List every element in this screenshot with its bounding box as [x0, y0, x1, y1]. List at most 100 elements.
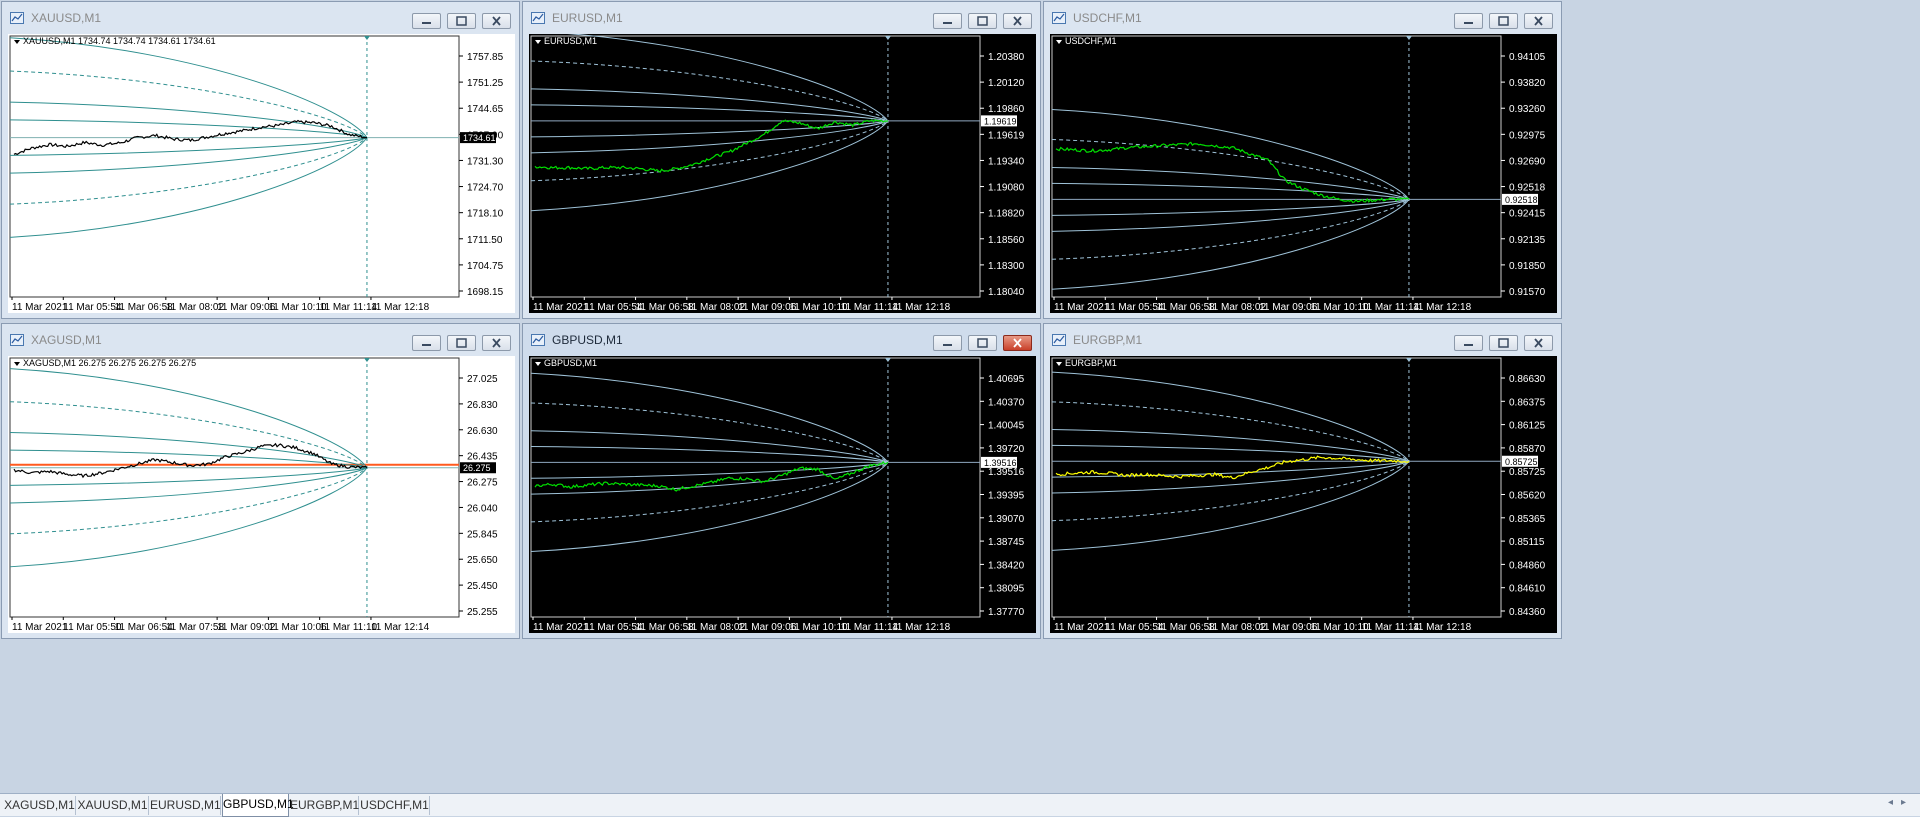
maximize-button[interactable]: [447, 13, 476, 29]
window-controls: [933, 335, 1032, 353]
price-chart[interactable]: 0.86630 0.86375 0.86125 0.85870 0.85725 0.856…: [1050, 356, 1557, 633]
maximize-button[interactable]: [968, 13, 997, 29]
price-chart[interactable]: 1.203801.201201.198601.196191.193401.190…: [529, 34, 1036, 313]
price-tick-label: 1.19340: [988, 156, 1025, 167]
price-tick-label: 0.85725: [1509, 467, 1546, 478]
symbol-info-label: EURGBP,M1: [1065, 358, 1117, 368]
time-tick-label: 11 Mar 2021: [12, 622, 68, 633]
price-tick-label: 0.91850: [1509, 261, 1546, 272]
chart-window-eurusd[interactable]: EURUSD,M1 1.20380 1.20120 1.19860 1.19619 1.1…: [522, 1, 1041, 319]
symbol-dropdown-icon[interactable]: [14, 40, 20, 44]
tab-scroll-arrows-icon[interactable]: ◂▸: [1888, 797, 1914, 808]
symbol-info-label: EURUSD,M1: [544, 36, 597, 46]
current-price-label: 1734.61: [463, 133, 496, 143]
price-tick-label: 0.85870: [1509, 444, 1546, 455]
forecast-band-curve: [9, 137, 368, 238]
chart-tab-gbpusd-m1[interactable]: GBPUSD,M1: [222, 794, 294, 817]
time-tick-label: 11 Mar 11:14: [841, 302, 899, 313]
price-tick-label: 27.025: [467, 374, 498, 385]
price-tick-label: 26.435: [467, 452, 498, 463]
time-tick-label: 11 Mar 10:10: [789, 622, 848, 633]
price-series-line: [534, 461, 889, 492]
symbol-dropdown-icon[interactable]: [1056, 362, 1062, 366]
separator-marker-icon: [363, 36, 370, 40]
window-controls: [1454, 13, 1553, 31]
price-chart[interactable]: 0.94105 0.93820 0.93260 0.92975 0.92690 0.925…: [1050, 34, 1557, 313]
maximize-button[interactable]: [1489, 335, 1518, 351]
window-titlebar[interactable]: XAGUSD,M1: [2, 324, 519, 356]
chart-window-gbpusd[interactable]: GBPUSD,M1 1.40695 1.40370 1.40045 1.39720 1.3…: [522, 323, 1041, 639]
minimize-icon: [943, 22, 952, 24]
minimize-button[interactable]: [412, 335, 441, 351]
minimize-button[interactable]: [933, 335, 962, 351]
price-series-line: [13, 442, 368, 479]
time-tick-label: 11 Mar 12:18: [371, 302, 430, 313]
maximize-button[interactable]: [1489, 13, 1518, 29]
close-button[interactable]: [482, 335, 511, 351]
time-tick-label: 11 Mar 2021: [533, 302, 589, 313]
minimize-button[interactable]: [1454, 13, 1483, 29]
maximize-button[interactable]: [447, 335, 476, 351]
chart-window-xauusd[interactable]: XAUUSD,M11757.851751.251744.651737.90173…: [1, 1, 520, 319]
price-chart[interactable]: 1.40695 1.40370 1.40045 1.39720 1.39516 1.393…: [529, 356, 1036, 633]
chart-window-usdchf[interactable]: USDCHF,M1 0.94105 0.93820 0.93260 0.92975 0.9…: [1043, 1, 1562, 319]
time-tick-label: 11 Mar 05:54: [1105, 302, 1164, 313]
close-button[interactable]: [482, 13, 511, 29]
price-tick-label: 25.650: [467, 555, 498, 566]
chart-window-xagusd[interactable]: XAGUSD,M1 27.025 26.830 26.630 26.435 26.275 2…: [1, 323, 520, 639]
minimize-button[interactable]: [412, 13, 441, 29]
chart-tab-xagusd-m1[interactable]: XAGUSD,M1: [4, 796, 76, 815]
window-titlebar[interactable]: USDCHF,M1: [1044, 2, 1561, 34]
minimize-button[interactable]: [933, 13, 962, 29]
window-controls: [1454, 335, 1553, 353]
forecast-band-curve: [1051, 460, 1410, 522]
close-button[interactable]: [1003, 13, 1032, 29]
window-titlebar[interactable]: XAUUSD,M1: [2, 2, 519, 34]
forecast-band-curve: [9, 101, 368, 139]
chart-area[interactable]: 1.20380 1.20120 1.19860 1.19619 1.19340 1.190…: [529, 34, 1036, 313]
minimize-button[interactable]: [1454, 335, 1483, 351]
close-button[interactable]: [1524, 335, 1553, 351]
minimize-icon: [943, 344, 952, 346]
chart-tab-usdchf-m1[interactable]: USDCHF,M1: [360, 796, 430, 815]
forecast-band-curve: [1051, 198, 1410, 232]
forecast-band-curve: [1051, 198, 1410, 216]
separator-marker-icon: [1405, 358, 1412, 362]
chart-tab-xauusd-m1[interactable]: XAUUSD,M1: [77, 796, 149, 815]
price-chart[interactable]: 1757.851751.251744.651737.901731.301724.…: [8, 34, 515, 313]
chart-window-icon: [1052, 11, 1066, 24]
symbol-dropdown-icon[interactable]: [535, 40, 541, 44]
forecast-band-curve: [1051, 199, 1410, 260]
time-tick-label: 11 Mar 06:58: [1157, 302, 1216, 313]
time-tick-label: 11 Mar 08:02: [687, 622, 746, 633]
plot-frame: [530, 357, 981, 618]
window-titlebar[interactable]: EURUSD,M1: [523, 2, 1040, 34]
forecast-band-curve: [530, 430, 889, 463]
close-button[interactable]: [1524, 13, 1553, 29]
maximize-button[interactable]: [968, 335, 997, 351]
symbol-dropdown-icon[interactable]: [1056, 40, 1062, 44]
symbol-dropdown-icon[interactable]: [14, 362, 20, 366]
chart-area[interactable]: 1.40695 1.40370 1.40045 1.39720 1.39516 1.393…: [529, 356, 1036, 633]
price-tick-label: 25.255: [467, 607, 498, 618]
time-tick-label: 11 Mar 06:58: [1157, 622, 1216, 633]
symbol-info-label: GBPUSD,M1: [544, 358, 597, 368]
close-button[interactable]: [1003, 335, 1032, 351]
chart-area[interactable]: 27.025 26.830 26.630 26.435 26.275 26.040 25.8…: [8, 356, 515, 633]
symbol-info-label: XAGUSD,M1 26.275 26.275 26.275 26.275: [23, 358, 196, 368]
chart-tab-eurgbp-m1[interactable]: EURGBP,M1: [290, 796, 359, 815]
chart-window-eurgbp[interactable]: EURGBP,M1 0.86630 0.86375 0.86125 0.85870 0.8…: [1043, 323, 1562, 639]
chart-area[interactable]: 1757.851751.251744.651737.901731.301724.…: [8, 34, 515, 313]
maximize-icon: [977, 16, 988, 26]
chart-tab-eurusd-m1[interactable]: EURUSD,M1: [150, 796, 221, 815]
chart-area[interactable]: 0.86630 0.86375 0.86125 0.85870 0.85725 0.856…: [1050, 356, 1557, 633]
chart-area[interactable]: 0.94105 0.93820 0.93260 0.92975 0.92690 0.925…: [1050, 34, 1557, 313]
time-tick-label: 11 Mar 10:10: [1310, 622, 1369, 633]
price-chart[interactable]: 27.02526.83026.63026.43526.27526.04025.8…: [8, 356, 515, 633]
time-tick-label: 11 Mar 06:58: [115, 302, 174, 313]
symbol-dropdown-icon[interactable]: [535, 362, 541, 366]
window-titlebar[interactable]: GBPUSD,M1: [523, 324, 1040, 356]
price-tick-label: 1.37770: [988, 607, 1025, 618]
price-tick-label: 1.38095: [988, 584, 1025, 595]
window-titlebar[interactable]: EURGBP,M1: [1044, 324, 1561, 356]
